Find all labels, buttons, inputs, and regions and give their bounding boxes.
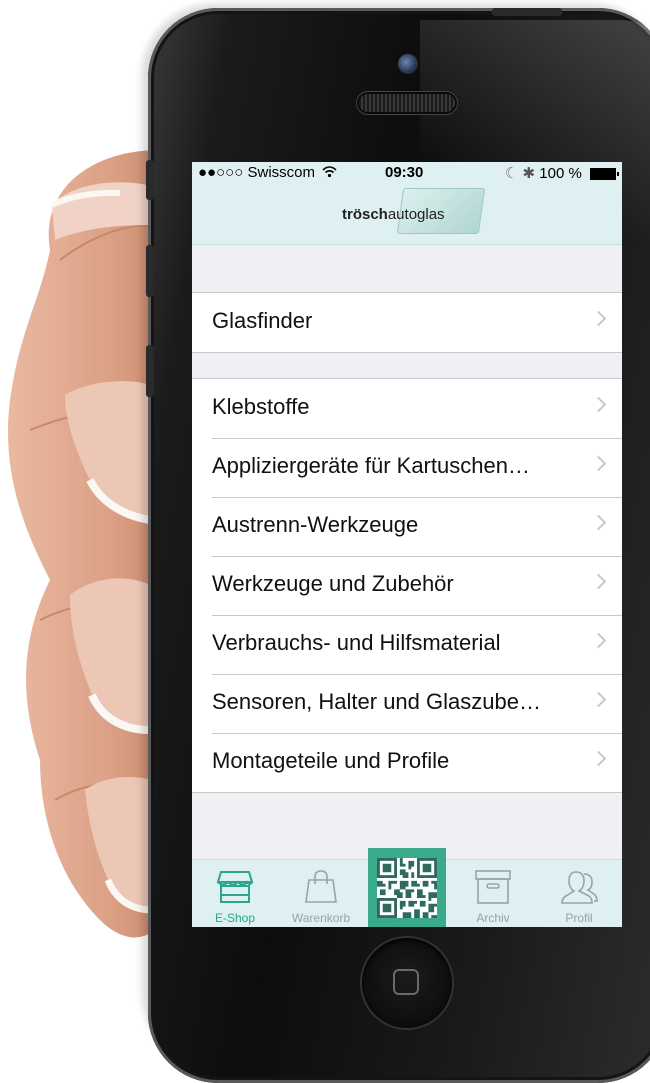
chevron-right-icon [590, 396, 607, 413]
tab-label: Archiv [476, 911, 510, 925]
list-item-label: Montageteile und Profile [212, 748, 450, 773]
home-button[interactable] [362, 938, 452, 1028]
app-header: ●●○○○ Swisscom 09:30 ☾ ✱ 100 % tröschaut… [192, 162, 622, 245]
profile-icon [561, 871, 598, 904]
phone-screen: ●●○○○ Swisscom 09:30 ☾ ✱ 100 % tröschaut… [192, 162, 622, 927]
status-right: ☾ ✱ 100 % [504, 164, 619, 182]
list-item-label: Klebstoffe [212, 394, 310, 419]
earpiece-speaker [359, 94, 455, 112]
tab-label: E-Shop [214, 911, 256, 925]
list-item[interactable]: Austrenn-Werkzeuge [192, 497, 622, 556]
chevron-right-icon [590, 750, 607, 767]
list-item-label: Verbrauchs- und Hilfsmaterial [212, 630, 501, 655]
list-item-label: Austrenn-Werkzeuge [212, 512, 419, 537]
chevron-right-icon [590, 573, 607, 590]
power-button [492, 8, 562, 16]
tab-label: Profil [565, 911, 593, 925]
chevron-right-icon [590, 514, 607, 531]
chevron-right-icon [590, 632, 607, 649]
volume-down-button [146, 345, 154, 397]
logo-text: tröschautoglas [342, 206, 445, 223]
list-item-label: Glasfinder [212, 308, 313, 333]
status-time: 09:30 [385, 164, 424, 181]
battery-icon [590, 168, 619, 180]
home-square-icon [393, 969, 419, 995]
wifi-icon [322, 166, 337, 178]
tab-e-shop[interactable]: E-Shop [192, 860, 278, 927]
list-item-label: Werkzeuge und Zubehör [212, 571, 454, 596]
mute-switch [146, 160, 154, 200]
list-item[interactable]: Montageteile und Profile [192, 733, 622, 792]
front-camera [398, 54, 418, 74]
list-item[interactable]: Werkzeuge und Zubehör [192, 556, 622, 615]
section-categories: Klebstoffe Appliziergeräte für Kartusche… [192, 378, 622, 793]
battery-percent: 100 % [539, 165, 582, 182]
tab-warenkorb[interactable]: Warenkorb [278, 860, 364, 927]
tab-profil[interactable]: Profil [536, 860, 622, 927]
tab-bar: E-Shop Warenkorb Archiv Profil [192, 848, 622, 927]
tab-label: Warenkorb [291, 911, 351, 925]
status-left: ●●○○○ Swisscom [198, 164, 337, 181]
list-item-label: Sensoren, Halter und Glaszube… [212, 689, 541, 714]
logo-light: autoglas [387, 206, 445, 223]
carrier-name: Swisscom [247, 164, 315, 181]
shopping-bag-icon [305, 870, 337, 903]
archive-box-icon [475, 870, 511, 904]
shop-icon [216, 871, 254, 903]
moon-icon: ☾ [504, 165, 519, 182]
list-item[interactable]: Klebstoffe [192, 379, 622, 438]
list-item-label: Appliziergeräte für Kartuschen… [212, 453, 530, 478]
list-item[interactable]: Verbrauchs- und Hilfsmaterial [192, 615, 622, 674]
list-item[interactable]: Glasfinder [192, 293, 622, 352]
list-item[interactable]: Sensoren, Halter und Glaszube… [192, 674, 622, 733]
qr-code-icon [377, 858, 437, 918]
tab-archiv[interactable]: Archiv [450, 860, 536, 927]
chevron-right-icon [590, 691, 607, 708]
signal-dots: ●●○○○ [198, 164, 244, 181]
status-bar: ●●○○○ Swisscom 09:30 ☾ ✱ 100 % [192, 162, 622, 184]
chevron-right-icon [590, 310, 607, 327]
tab-qr-scan[interactable] [368, 848, 446, 927]
bluetooth-icon: ✱ [522, 165, 536, 182]
chevron-right-icon [590, 455, 607, 472]
section-glasfinder: Glasfinder [192, 292, 622, 353]
logo-bold: trösch [342, 206, 388, 223]
volume-up-button [146, 245, 154, 297]
list-item[interactable]: Appliziergeräte für Kartuschen… [192, 438, 622, 497]
